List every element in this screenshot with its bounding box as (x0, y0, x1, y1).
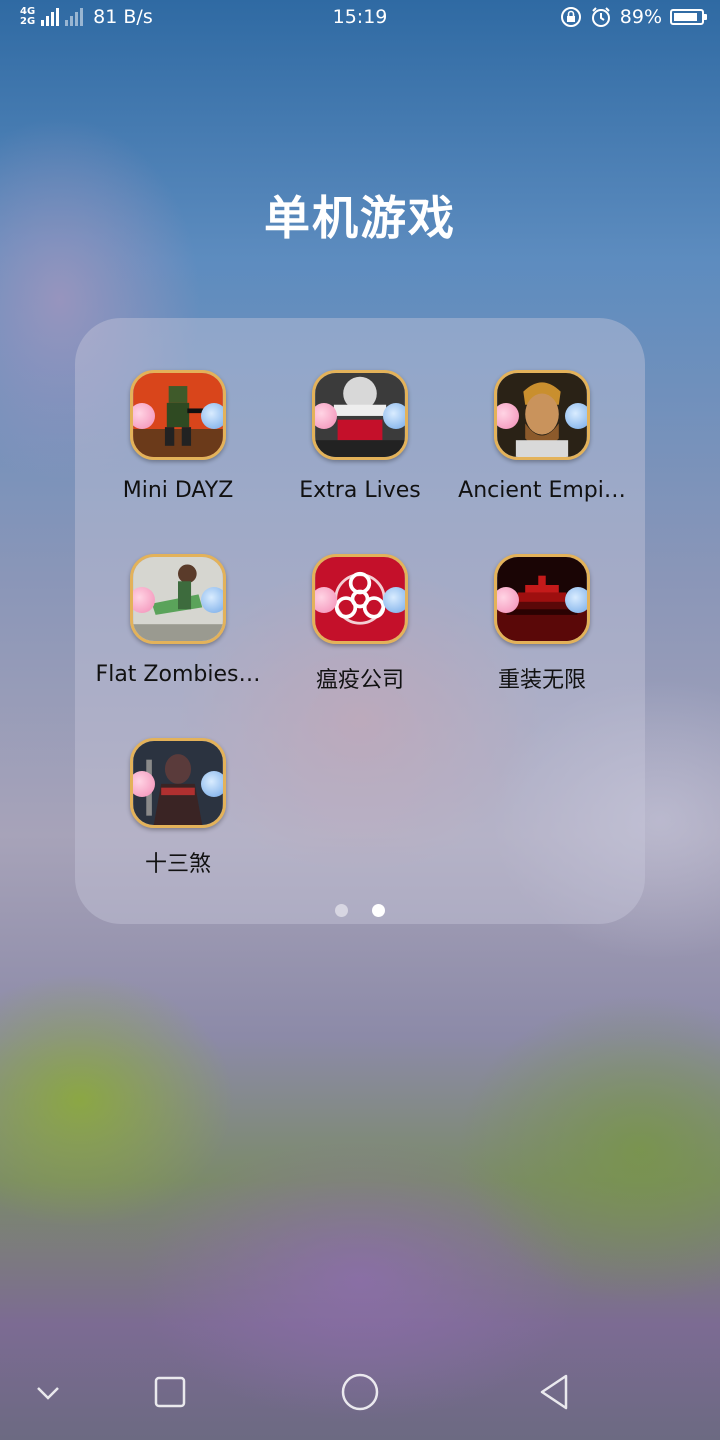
home-screen: 4G 2G 81 B/s 15:19 89% 单机游戏 Mini DAYZ Ex… (0, 0, 720, 1440)
app-plague-inc[interactable]: 瘟疫公司 (272, 554, 448, 694)
battery-percent: 89% (619, 6, 662, 28)
ancient-empires-icon (494, 370, 590, 460)
recent-apps-icon[interactable] (146, 1368, 194, 1416)
app-flat-zombies[interactable]: Flat Zombies… (90, 554, 266, 687)
app-thirteen-sha[interactable]: 十三煞 (90, 738, 266, 878)
battery-fill (674, 13, 698, 21)
app-label: Extra Lives (299, 478, 421, 503)
extra-lives-icon (312, 370, 408, 460)
app-label: 重装无限 (497, 668, 586, 693)
page-indicator (0, 902, 720, 921)
app-label: Ancient Empi… (458, 478, 626, 503)
mini-dayz-icon (130, 370, 226, 460)
back-icon[interactable] (530, 1368, 578, 1416)
app-label: 十三煞 (144, 852, 211, 877)
app-ancient-empires[interactable]: Ancient Empi… (454, 370, 630, 503)
alarm-icon (591, 7, 610, 27)
app-label: 瘟疫公司 (315, 668, 404, 693)
page-dot-1[interactable] (335, 904, 349, 917)
navigation-bar (0, 1340, 720, 1440)
folder-panel: Mini DAYZ Extra Lives Ancient Empi… Flat… (75, 318, 645, 924)
plague-inc-icon (312, 554, 408, 644)
home-icon[interactable] (336, 1368, 384, 1416)
app-label: Mini DAYZ (122, 478, 234, 503)
thirteen-sha-icon (130, 738, 226, 828)
heavy-armor-icon (494, 554, 590, 644)
app-mini-dayz[interactable]: Mini DAYZ (90, 370, 266, 503)
flat-zombies-icon (130, 554, 226, 644)
battery-icon (670, 9, 707, 25)
app-extra-lives[interactable]: Extra Lives (272, 370, 448, 503)
app-label: Flat Zombies… (95, 662, 261, 687)
app-heavy-armor[interactable]: 重装无限 (454, 554, 630, 694)
status-right: 89% (560, 6, 707, 28)
rotation-lock-icon (560, 7, 581, 27)
page-dot-2[interactable] (371, 904, 385, 917)
status-bar: 4G 2G 81 B/s 15:19 89% (0, 0, 720, 36)
chevron-down-icon[interactable] (24, 1368, 72, 1416)
folder-title[interactable]: 单机游戏 (0, 182, 720, 248)
